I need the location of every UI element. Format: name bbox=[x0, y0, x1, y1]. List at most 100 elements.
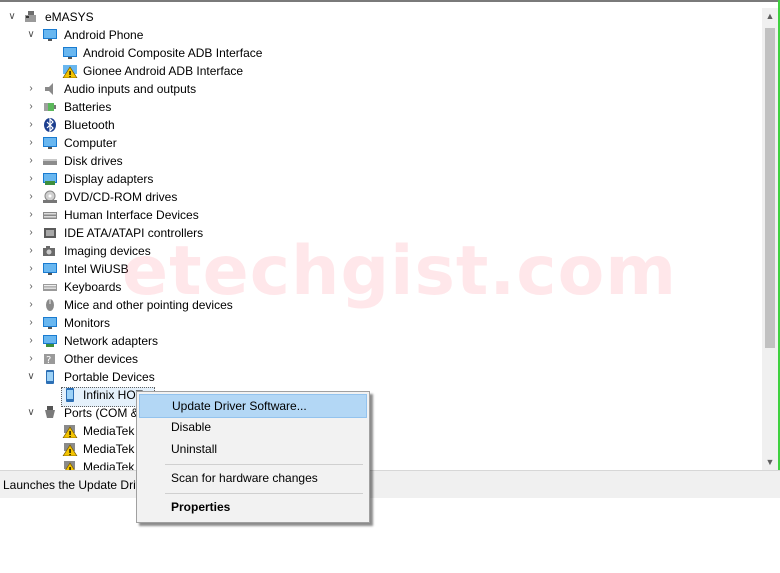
device-label: MediaTek bbox=[83, 460, 135, 470]
category-disk-drives[interactable]: › Disk drives bbox=[0, 152, 400, 170]
chevron-right-icon[interactable]: › bbox=[25, 278, 37, 296]
vertical-scrollbar[interactable]: ▲ ▼ bbox=[762, 8, 778, 470]
menu-separator bbox=[165, 464, 363, 465]
category-network[interactable]: › Network adapters bbox=[0, 332, 400, 350]
scroll-down-icon[interactable]: ▼ bbox=[762, 454, 778, 470]
menu-item-label: Scan for hardware changes bbox=[171, 471, 318, 485]
chevron-right-icon[interactable]: › bbox=[25, 242, 37, 260]
battery-icon bbox=[42, 100, 58, 114]
category-computer[interactable]: › Computer bbox=[0, 134, 400, 152]
category-label: Network adapters bbox=[64, 334, 159, 348]
disk-icon bbox=[42, 154, 58, 168]
speaker-icon bbox=[42, 82, 58, 96]
monitor-icon bbox=[42, 316, 58, 330]
category-label: Disk drives bbox=[64, 154, 123, 168]
warning-icon bbox=[62, 424, 78, 439]
ide-icon bbox=[42, 226, 58, 240]
category-label: Keyboards bbox=[64, 280, 122, 294]
category-label: Ports (COM & bbox=[64, 406, 139, 420]
device-android-composite-adb[interactable]: Android Composite ADB Interface bbox=[0, 44, 400, 62]
dvd-icon bbox=[42, 190, 58, 204]
display-icon bbox=[42, 172, 58, 186]
warning-icon bbox=[62, 460, 78, 470]
network-icon bbox=[42, 334, 58, 348]
chevron-down-icon[interactable]: ∨ bbox=[25, 404, 37, 422]
chevron-right-icon[interactable]: › bbox=[25, 350, 37, 368]
category-label: Display adapters bbox=[64, 172, 154, 186]
category-label: Portable Devices bbox=[64, 370, 155, 384]
category-label: Human Interface Devices bbox=[64, 208, 199, 222]
chevron-right-icon[interactable]: › bbox=[25, 152, 37, 170]
menu-item-scan-hardware[interactable]: Scan for hardware changes bbox=[139, 467, 365, 489]
computer-icon bbox=[23, 10, 39, 24]
category-label: Batteries bbox=[64, 100, 112, 114]
menu-item-uninstall[interactable]: Uninstall bbox=[139, 438, 365, 460]
menu-item-update-driver[interactable]: Update Driver Software... bbox=[139, 394, 367, 418]
category-label: Intel WiUSB bbox=[64, 262, 129, 276]
chevron-down-icon[interactable]: ∨ bbox=[25, 368, 37, 386]
category-android-phone[interactable]: ∨ Android Phone bbox=[0, 26, 400, 44]
svg-text:?: ? bbox=[46, 355, 51, 366]
chevron-right-icon[interactable]: › bbox=[25, 80, 37, 98]
status-text: Launches the Update Drive bbox=[3, 478, 149, 492]
monitor-icon bbox=[42, 28, 58, 42]
chevron-right-icon[interactable]: › bbox=[25, 332, 37, 350]
window-top-border bbox=[0, 0, 780, 2]
category-label: Other devices bbox=[64, 352, 139, 366]
device-label: Android Composite ADB Interface bbox=[83, 46, 263, 60]
scrollbar-thumb[interactable] bbox=[765, 28, 775, 348]
keyboard-icon bbox=[42, 280, 58, 294]
device-label: MediaTek bbox=[83, 442, 135, 456]
category-label: Monitors bbox=[64, 316, 111, 330]
category-hid[interactable]: › Human Interface Devices bbox=[0, 206, 400, 224]
tree-root[interactable]: ∨ eMASYS bbox=[0, 8, 400, 26]
category-bluetooth[interactable]: › Bluetooth bbox=[0, 116, 400, 134]
device-label: Infinix HOT bbox=[83, 388, 144, 402]
category-batteries[interactable]: › Batteries bbox=[0, 98, 400, 116]
warning-icon bbox=[62, 442, 78, 457]
menu-item-label: Uninstall bbox=[171, 442, 218, 456]
camera-icon bbox=[42, 244, 58, 258]
menu-item-label: Disable bbox=[171, 420, 212, 434]
status-bar: Launches the Update Drive bbox=[0, 470, 780, 498]
monitor-icon bbox=[42, 136, 58, 150]
chevron-right-icon[interactable]: › bbox=[25, 116, 37, 134]
device-label: MediaTek bbox=[83, 424, 135, 438]
bluetooth-icon bbox=[42, 117, 58, 133]
chevron-right-icon[interactable]: › bbox=[25, 296, 37, 314]
menu-item-label: Properties bbox=[171, 500, 231, 514]
unknown-device-icon: ? bbox=[42, 352, 58, 366]
category-other-devices[interactable]: › ? Other devices bbox=[0, 350, 400, 368]
chevron-right-icon[interactable]: › bbox=[25, 134, 37, 152]
category-monitors[interactable]: › Monitors bbox=[0, 314, 400, 332]
chevron-right-icon[interactable]: › bbox=[25, 260, 37, 278]
menu-item-properties[interactable]: Properties bbox=[139, 496, 365, 518]
chevron-down-icon[interactable]: ∨ bbox=[6, 8, 18, 26]
category-dvd-drives[interactable]: › DVD/CD-ROM drives bbox=[0, 188, 400, 206]
chevron-right-icon[interactable]: › bbox=[25, 206, 37, 224]
chevron-right-icon[interactable]: › bbox=[25, 170, 37, 188]
device-icon bbox=[62, 46, 78, 60]
category-audio[interactable]: › Audio inputs and outputs bbox=[0, 80, 400, 98]
scroll-up-icon[interactable]: ▲ bbox=[762, 8, 778, 24]
chevron-right-icon[interactable]: › bbox=[25, 98, 37, 116]
category-label: Bluetooth bbox=[64, 118, 115, 132]
watermark: etechgist.com bbox=[122, 232, 678, 311]
context-menu: Update Driver Software... Disable Uninst… bbox=[136, 391, 370, 523]
device-manager-window: ∨ eMASYS ∨ Android Phone Android Composi… bbox=[0, 0, 780, 498]
category-portable-devices[interactable]: ∨ Portable Devices bbox=[0, 368, 400, 386]
category-display-adapters[interactable]: › Display adapters bbox=[0, 170, 400, 188]
category-label: Computer bbox=[64, 136, 117, 150]
hid-icon bbox=[42, 208, 58, 222]
chevron-right-icon[interactable]: › bbox=[25, 188, 37, 206]
menu-item-disable[interactable]: Disable bbox=[139, 416, 365, 438]
device-gionee-adb[interactable]: Gionee Android ADB Interface bbox=[0, 62, 400, 80]
warning-icon bbox=[62, 64, 78, 79]
menu-separator bbox=[165, 493, 363, 494]
category-label: Android Phone bbox=[64, 28, 144, 42]
port-icon bbox=[42, 406, 58, 420]
device-label: Gionee Android ADB Interface bbox=[83, 64, 244, 78]
chevron-right-icon[interactable]: › bbox=[25, 224, 37, 242]
chevron-right-icon[interactable]: › bbox=[25, 314, 37, 332]
chevron-down-icon[interactable]: ∨ bbox=[25, 26, 37, 44]
